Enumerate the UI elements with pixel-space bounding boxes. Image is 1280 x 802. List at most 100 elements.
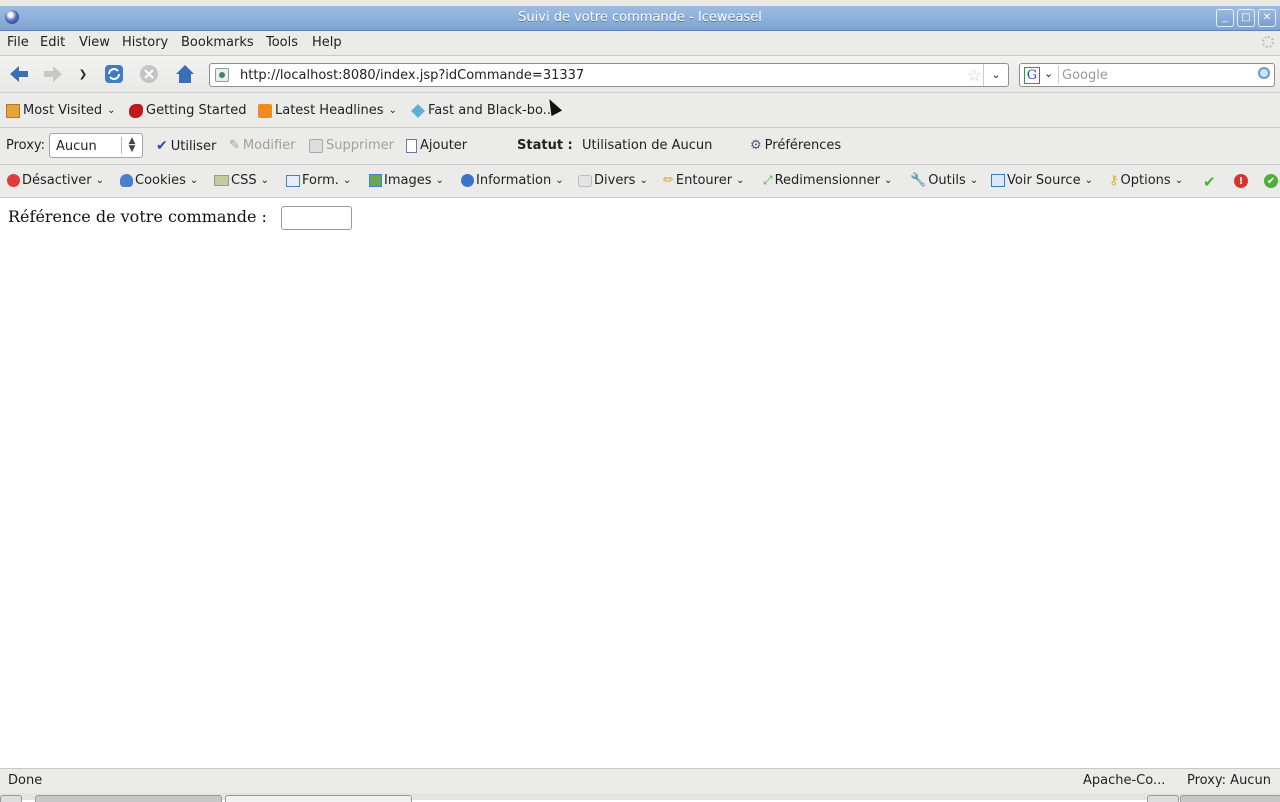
image-icon [369, 174, 382, 187]
wd-view-source-menu[interactable]: Voir Source ⌄ [991, 173, 1093, 188]
wd-cookies-menu[interactable]: Cookies ⌄ [120, 173, 198, 188]
menu-edit[interactable]: Edit [40, 35, 65, 50]
workspace-switcher[interactable] [1147, 795, 1179, 802]
chevron-down-icon: ⌄ [969, 175, 979, 186]
wd-disable-menu[interactable]: Désactiver ⌄ [7, 173, 104, 188]
search-input[interactable]: Google [1062, 68, 1108, 83]
view-source-icon [991, 174, 1005, 187]
chevron-down-icon: ⌄ [342, 175, 352, 186]
menu-file[interactable]: File [7, 35, 29, 50]
delete-proxy-label: Supprimer [326, 138, 394, 153]
search-engine-button[interactable]: G ⌄ [1022, 66, 1059, 84]
order-reference-label: Référence de votre commande : [8, 207, 267, 226]
workspace-switcher[interactable] [1180, 795, 1280, 802]
minimize-button[interactable]: _ [1216, 9, 1234, 27]
css-valid-icon[interactable]: ✔ [1203, 173, 1216, 191]
stop-button[interactable] [138, 64, 160, 84]
history-dropdown-button[interactable]: ❯ [73, 64, 93, 84]
menu-tools[interactable]: Tools [266, 35, 298, 50]
wd-label: Cookies [135, 173, 186, 188]
wd-misc-menu[interactable]: Divers ⌄ [578, 173, 648, 188]
wd-forms-menu[interactable]: Form. ⌄ [286, 173, 351, 188]
wd-label: Voir Source [1007, 173, 1081, 188]
status-proxy[interactable]: Proxy: Aucun [1187, 773, 1271, 788]
bookmark-getting-started[interactable]: Getting Started [129, 103, 247, 118]
bookmark-label: Fast and Black-bo... [428, 103, 556, 118]
bookmark-label: Getting Started [146, 103, 247, 118]
bookmarks-toolbar: Most Visited ⌄ Getting Started Latest He… [0, 93, 1280, 128]
wd-information-menu[interactable]: Information ⌄ [461, 173, 564, 188]
throbber-icon [1262, 36, 1274, 48]
taskbar-button[interactable] [0, 795, 22, 802]
chevron-down-icon: ⌄ [260, 175, 269, 186]
outline-icon: ✏ [663, 173, 674, 188]
bookmark-fast-black-box[interactable]: Fast and Black-bo... [411, 103, 555, 118]
taskbar-window[interactable] [225, 795, 412, 802]
modify-proxy-button[interactable]: ✎ Modifier [229, 138, 295, 153]
chevron-down-icon: ⌄ [189, 175, 199, 186]
wd-tools-menu[interactable]: 🔧 Outils ⌄ [910, 173, 978, 188]
wd-label: Outils [928, 173, 966, 188]
home-button[interactable] [174, 64, 196, 84]
chevron-down-icon: ⌄ [95, 175, 105, 186]
menu-help[interactable]: Help [312, 35, 342, 50]
wd-label: Redimensionner [774, 173, 880, 188]
use-proxy-button[interactable]: ✔ Utiliser [156, 138, 216, 154]
menu-bar: File Edit View History Bookmarks Tools H… [0, 31, 1280, 56]
wd-images-menu[interactable]: Images ⌄ [369, 173, 444, 188]
preferences-button[interactable]: ⚙ Préférences [750, 138, 841, 153]
forward-icon [44, 66, 62, 82]
url-input[interactable]: http://localhost:8080/index.jsp?idComman… [240, 68, 584, 83]
window-title: Suivi de votre commande - Iceweasel [518, 10, 762, 25]
menu-view[interactable]: View [79, 35, 110, 50]
css-icon [214, 175, 229, 186]
spinner-arrows-icon: ▲ ▼ [121, 137, 142, 154]
taskbar-window-active[interactable] [35, 795, 222, 802]
google-icon: G [1024, 67, 1040, 84]
wd-resize-menu[interactable]: ⤢ Redimensionner ⌄ [763, 173, 892, 188]
wd-options-menu[interactable]: ⚷ Options ⌄ [1109, 173, 1183, 188]
reload-button[interactable] [103, 64, 125, 84]
status-label: Statut : [517, 138, 573, 153]
wd-label: Options [1120, 173, 1171, 188]
reload-icon [105, 65, 123, 83]
site-identity-icon[interactable] [215, 68, 229, 82]
url-bar[interactable]: http://localhost:8080/index.jsp?idComman… [209, 63, 1009, 87]
status-extension[interactable]: Apache-Co... [1083, 773, 1165, 788]
delete-proxy-button[interactable]: Supprimer [309, 138, 394, 153]
chevron-down-icon: ⌄ [435, 175, 444, 186]
proxy-select-value: Aucun [56, 139, 97, 154]
close-button[interactable]: ✕ [1258, 9, 1276, 27]
rss-icon [258, 103, 272, 118]
status-bar: Done Apache-Co... Proxy: Aucun [0, 768, 1280, 794]
order-reference-input[interactable] [281, 206, 352, 230]
forward-button[interactable] [42, 64, 64, 84]
chevron-down-icon: ⌄ [107, 105, 116, 116]
chevron-down-icon: ⌄ [1044, 67, 1054, 80]
bookmark-most-visited[interactable]: Most Visited ⌄ [6, 103, 116, 118]
search-bar[interactable]: G ⌄ Google [1019, 63, 1275, 87]
folder-icon [6, 103, 20, 118]
search-icon[interactable] [1258, 67, 1270, 79]
menu-bookmarks[interactable]: Bookmarks [181, 35, 254, 50]
add-proxy-button[interactable]: Ajouter [406, 138, 467, 153]
valid-icon[interactable]: ✔ [1264, 174, 1278, 188]
wd-outline-menu[interactable]: ✏ Entourer ⌄ [663, 173, 744, 188]
chevron-down-icon: ⌄ [639, 175, 648, 186]
key-icon: ⚷ [1109, 173, 1119, 188]
maximize-button[interactable]: □ [1237, 9, 1255, 27]
back-button[interactable] [8, 64, 30, 84]
wd-label: Images [384, 173, 432, 188]
error-icon[interactable]: ! [1234, 174, 1248, 188]
wd-css-menu[interactable]: CSS ⌄ [214, 173, 269, 188]
use-proxy-label: Utiliser [170, 138, 217, 154]
bookmark-star-icon[interactable]: ☆ [967, 66, 982, 86]
wd-label: Information [476, 173, 552, 188]
menu-history[interactable]: History [122, 35, 168, 50]
url-dropdown-button[interactable]: ⌄ [983, 64, 1008, 86]
proxy-select[interactable]: Aucun ▲ ▼ [49, 133, 143, 158]
chevron-down-icon: ⌄ [388, 105, 397, 116]
new-document-icon [406, 138, 417, 153]
bookmark-latest-headlines[interactable]: Latest Headlines ⌄ [258, 103, 397, 118]
resize-icon: ⤢ [763, 173, 773, 187]
